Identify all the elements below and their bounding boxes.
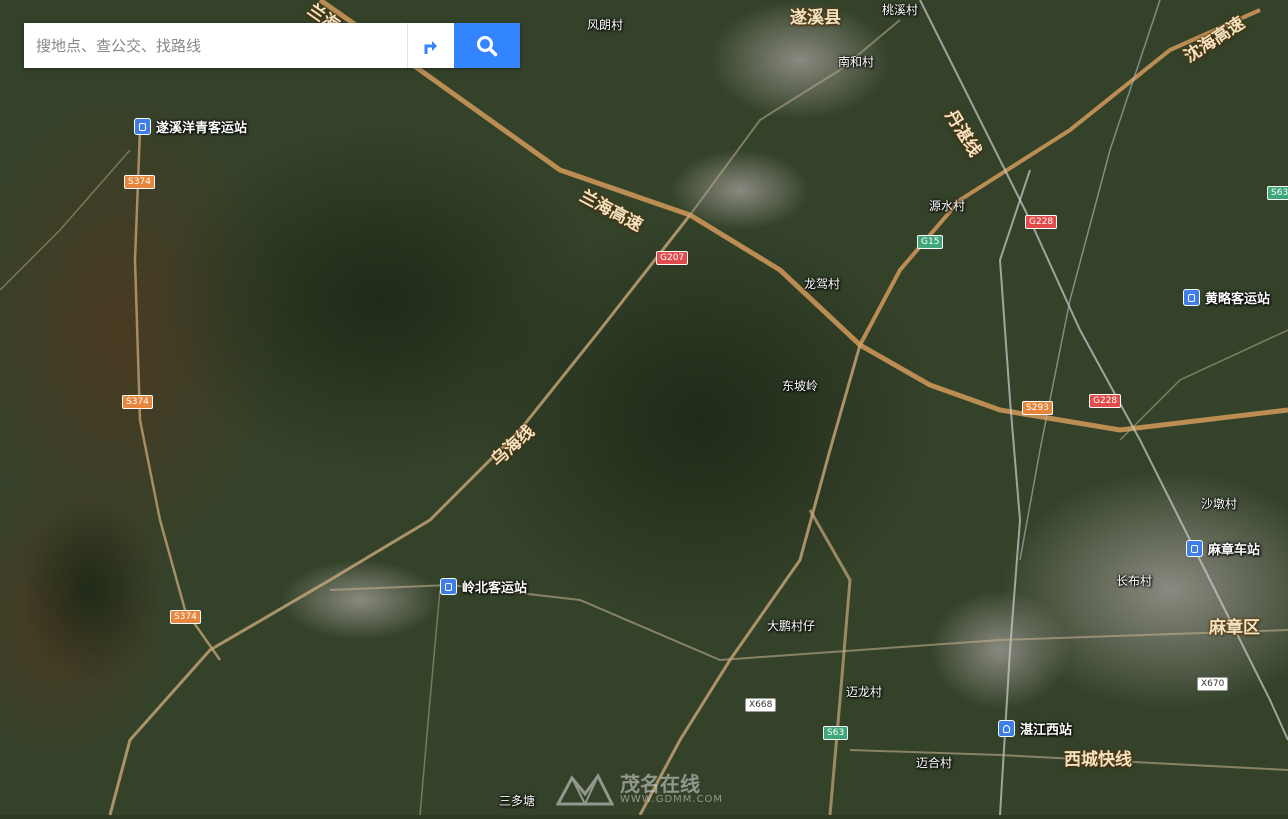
road-shield-g15: G15 bbox=[917, 235, 944, 249]
watermark: 茂名在线 WWW.GDMM.COM bbox=[556, 772, 723, 806]
place-label-mailong[interactable]: 迈龙村 bbox=[846, 683, 882, 700]
road-shield-s374: S374 bbox=[122, 395, 153, 409]
poi-huanglue-bus-station[interactable]: 黄略客运站 bbox=[1183, 288, 1270, 307]
road-shield-g228: G228 bbox=[1089, 394, 1122, 408]
place-label-mazhang-district[interactable]: 麻章区 bbox=[1209, 613, 1260, 638]
search-box bbox=[24, 23, 520, 68]
bus-station-icon bbox=[134, 118, 151, 135]
place-label-fenglang[interactable]: 风朗村 bbox=[587, 16, 623, 33]
place-label-maihe[interactable]: 迈合村 bbox=[916, 754, 952, 771]
place-label-sanduotang[interactable]: 三多塘 bbox=[499, 792, 535, 809]
place-label-taoxi[interactable]: 桃溪村 bbox=[882, 1, 918, 18]
place-label-changbu[interactable]: 长布村 bbox=[1116, 572, 1152, 589]
road-shield-g228: G228 bbox=[1025, 215, 1058, 229]
road-shield-x670: X670 bbox=[1197, 677, 1229, 691]
road-label-xicheng: 西城快线 bbox=[1064, 750, 1132, 770]
road-shield-x668: X668 bbox=[745, 698, 777, 712]
watermark-text: 茂名在线 bbox=[620, 771, 700, 796]
route-button[interactable] bbox=[407, 23, 454, 68]
poi-label: 岭北客运站 bbox=[462, 581, 528, 596]
bus-station-icon bbox=[440, 578, 457, 595]
poi-label: 黄略客运站 bbox=[1205, 292, 1271, 307]
watermark-logo-icon bbox=[556, 773, 614, 806]
place-label-suixi-county[interactable]: 遂溪县 bbox=[790, 3, 841, 28]
place-label-yuanshui[interactable]: 源水村 bbox=[929, 197, 965, 214]
train-station-icon bbox=[998, 720, 1015, 737]
route-turn-icon bbox=[424, 40, 437, 54]
road-shield-s374: S374 bbox=[124, 175, 155, 189]
search-input[interactable] bbox=[24, 23, 407, 68]
place-label-shadun[interactable]: 沙墩村 bbox=[1201, 495, 1237, 512]
watermark-url: WWW.GDMM.COM bbox=[620, 793, 724, 805]
road-shield-s293: S293 bbox=[1022, 401, 1053, 415]
magnifier-icon bbox=[477, 35, 498, 56]
road-shield-g207: G207 bbox=[656, 251, 689, 265]
road-shield-s63: S63 bbox=[823, 726, 849, 740]
place-label-dongpoling[interactable]: 东坡岭 bbox=[782, 377, 818, 394]
poi-lingbei-bus-station[interactable]: 岭北客运站 bbox=[440, 577, 527, 596]
road-shield-s63: S63 bbox=[1267, 186, 1288, 200]
poi-label: 麻章车站 bbox=[1208, 543, 1261, 558]
poi-zhanjiang-west-station[interactable]: 湛江西站 bbox=[998, 719, 1072, 738]
place-label-nanhe[interactable]: 南和村 bbox=[838, 53, 874, 70]
bus-station-icon bbox=[1183, 289, 1200, 306]
poi-label: 遂溪洋青客运站 bbox=[156, 121, 248, 136]
place-label-longjia[interactable]: 龙驾村 bbox=[804, 275, 840, 292]
poi-label: 湛江西站 bbox=[1020, 723, 1073, 738]
search-button[interactable] bbox=[454, 23, 520, 68]
bus-station-icon bbox=[1186, 540, 1203, 557]
poi-mazhang-station[interactable]: 麻章车站 bbox=[1186, 539, 1260, 558]
road-shield-s374: S374 bbox=[170, 610, 201, 624]
poi-yangqing-bus-station[interactable]: 遂溪洋青客运站 bbox=[134, 117, 247, 136]
place-label-dapengcun[interactable]: 大鹏村仔 bbox=[767, 617, 815, 634]
